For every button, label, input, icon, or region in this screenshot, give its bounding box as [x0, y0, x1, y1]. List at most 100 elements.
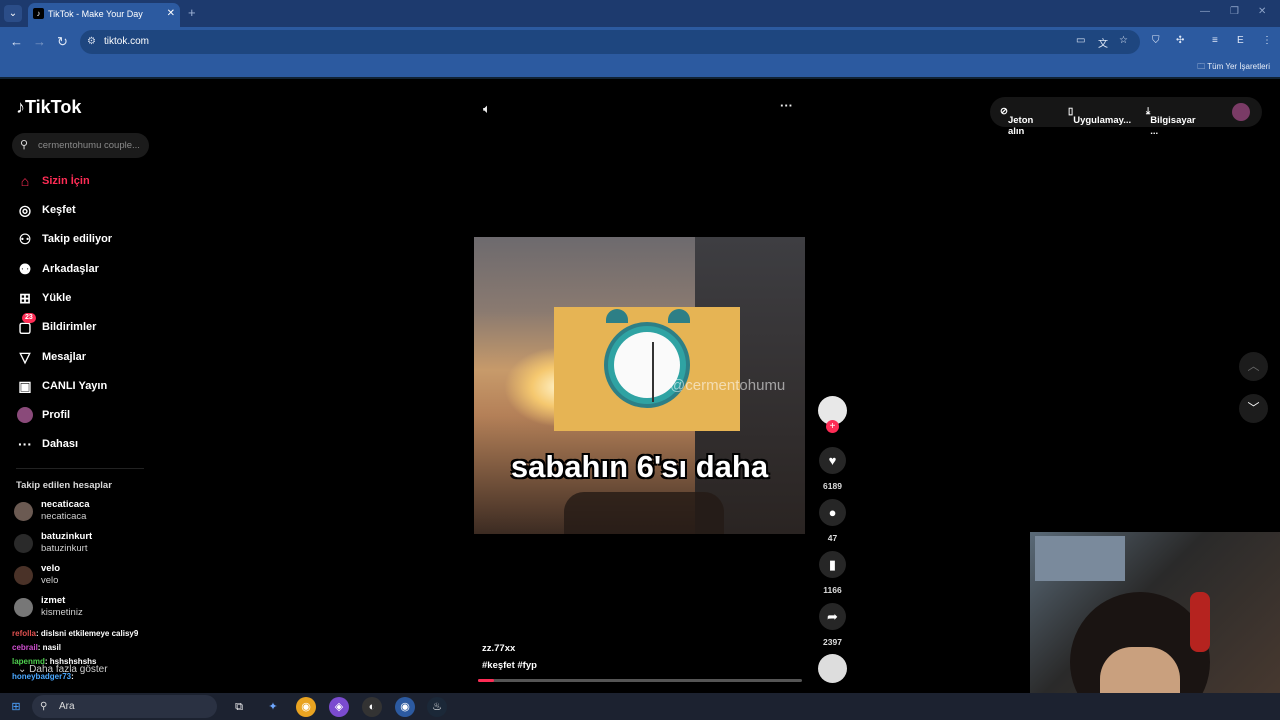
- video-progress-bar[interactable]: [478, 679, 802, 682]
- following-account[interactable]: velo velo: [14, 563, 154, 589]
- get-coins-button[interactable]: ⊘ Jeton alın: [1000, 106, 1033, 137]
- following-account[interactable]: batuzinkurt batuzinkurt: [14, 531, 154, 557]
- restore-icon[interactable]: ❐: [1230, 6, 1239, 17]
- browser-tab[interactable]: ♪ TikTok - Make Your Day ✕: [28, 3, 180, 27]
- comment-button[interactable]: ●: [819, 499, 846, 526]
- chrome-icon[interactable]: ◉: [296, 697, 316, 717]
- profile-icon[interactable]: E: [1237, 35, 1244, 46]
- avatar: [14, 534, 33, 553]
- account-name: necaticaca: [41, 499, 90, 510]
- back-icon[interactable]: ←: [10, 34, 23, 49]
- nav-following[interactable]: ⚇ Takip ediliyor: [16, 229, 156, 249]
- nav-for-you[interactable]: ⌂ Sizin İçin: [16, 171, 156, 191]
- video-player[interactable]: @cermentohumu sabahın 6'sı daha: [474, 237, 805, 534]
- chat-message: cebrail: nasil: [12, 643, 61, 652]
- account-handle: necaticaca: [41, 511, 87, 522]
- extensions-icon[interactable]: ✣: [1176, 35, 1184, 46]
- share-icon: ➦: [827, 609, 838, 624]
- all-bookmarks-label: Tüm Yer İşaretleri: [1207, 62, 1270, 71]
- volume-icon[interactable]: 🔈︎: [483, 101, 491, 117]
- upload-icon: ⊞: [19, 290, 31, 306]
- divider: [16, 468, 144, 469]
- following-account[interactable]: izmet kismetiniz: [14, 595, 154, 621]
- forward-icon[interactable]: →: [33, 34, 46, 49]
- app-icon[interactable]: ◈: [329, 697, 349, 717]
- taskbar-search[interactable]: ⚲ Ara: [32, 695, 217, 718]
- get-app-label: Uygulamay...: [1073, 115, 1132, 126]
- active-browser-icon[interactable]: ◉: [395, 697, 415, 717]
- reload-icon[interactable]: ↻: [57, 34, 68, 50]
- nav-profile[interactable]: Profil: [16, 405, 156, 425]
- minimize-icon[interactable]: —: [1200, 6, 1210, 17]
- nav-live[interactable]: ▣ CANLI Yayın: [16, 376, 156, 396]
- webcam-overlay: [1030, 532, 1280, 720]
- user-avatar[interactable]: [1232, 103, 1250, 121]
- chat-message: honeybadger73:: [12, 672, 74, 681]
- windows-start-icon[interactable]: ⊞: [6, 697, 26, 717]
- search-input[interactable]: ⚲ cermentohumu couple...: [12, 133, 149, 158]
- tiktok-favicon-icon: ♪: [33, 8, 44, 19]
- chat-user: refolla: [12, 629, 37, 638]
- nav-notifications[interactable]: ▢ 23 Bildirimler: [16, 313, 156, 337]
- nav-label: Sizin İçin: [42, 175, 90, 187]
- bookmarks-bar: 🗀 Tüm Yer İşaretleri: [0, 57, 1280, 79]
- browser-tabbar: ⌄ ♪ TikTok - Make Your Day ✕ + — ❐ ✕: [0, 0, 1280, 27]
- share-button[interactable]: ➦: [819, 603, 846, 630]
- bookmark-star-icon[interactable]: ☆: [1119, 35, 1128, 46]
- following-account[interactable]: necaticaca necaticaca: [14, 499, 154, 525]
- steam-icon[interactable]: ♨: [427, 697, 447, 717]
- video-hashtags[interactable]: #keşfet #fyp: [482, 660, 537, 671]
- account-handle: kismetiniz: [41, 607, 83, 618]
- new-tab-icon[interactable]: +: [188, 5, 196, 20]
- tab-search-button[interactable]: ⌄: [4, 5, 22, 22]
- more-options-icon[interactable]: ···: [780, 98, 793, 113]
- tab-title: TikTok - Make Your Day: [48, 9, 143, 19]
- site-info-icon[interactable]: ⚙: [87, 30, 96, 54]
- close-tab-icon[interactable]: ✕: [167, 3, 175, 25]
- save-button[interactable]: ▮: [819, 551, 846, 578]
- get-coins-label: Jeton alın: [1007, 115, 1034, 137]
- video-author[interactable]: zz.77xx: [482, 643, 515, 654]
- close-window-icon[interactable]: ✕: [1258, 6, 1266, 17]
- alarm-clock-image: [604, 322, 690, 408]
- share-count: 2397: [823, 637, 842, 647]
- nav-more[interactable]: ··· Dahası: [16, 434, 156, 454]
- obs-icon[interactable]: ◐: [362, 697, 382, 717]
- tiktok-logo[interactable]: ♪TikTok: [16, 97, 81, 118]
- desktop-app-button[interactable]: ⤓ Bilgisayar ...: [1146, 106, 1196, 137]
- shield-extension-icon[interactable]: ⛉: [1152, 35, 1160, 46]
- nav-friends[interactable]: ⚉ Arkadaşlar: [16, 259, 156, 279]
- nav-label: Mesajlar: [42, 351, 87, 363]
- get-app-button[interactable]: ▯ Uygulamay...: [1068, 106, 1131, 126]
- music-disc-avatar[interactable]: [818, 654, 847, 683]
- media-controls-icon[interactable]: ≡: [1212, 35, 1218, 46]
- chat-message: refolla: dislsni etkilemeye calisy9: [12, 629, 138, 638]
- task-view-icon[interactable]: ⧉: [229, 697, 249, 717]
- address-toolbar: ← → ↻ ⚙ tiktok.com ▭ 文 ☆ ⛉ ✣ ≡ E ⋮: [0, 27, 1280, 57]
- copilot-icon[interactable]: ✦: [263, 697, 283, 717]
- avatar: [14, 566, 33, 585]
- like-count: 6189: [823, 481, 842, 491]
- nav-upload[interactable]: ⊞ Yükle: [16, 288, 156, 308]
- following-section-title: Takip edilen hesaplar: [16, 480, 112, 491]
- chat-text: : hshshshshs: [44, 657, 97, 666]
- nav-messages[interactable]: ▽ Mesajlar: [16, 347, 156, 367]
- url-bar[interactable]: ⚙ tiktok.com: [80, 30, 1140, 54]
- account-handle: velo: [41, 575, 59, 586]
- follow-plus-icon[interactable]: +: [826, 420, 839, 433]
- notification-badge: 23: [22, 313, 36, 323]
- like-button[interactable]: ♥: [819, 447, 846, 474]
- wall-photo: [1035, 536, 1125, 581]
- nav-label: Bildirimler: [42, 321, 97, 333]
- all-bookmarks-button[interactable]: 🗀 Tüm Yer İşaretleri: [1197, 61, 1270, 75]
- next-video-icon[interactable]: ﹀: [1239, 394, 1268, 423]
- search-placeholder: cermentohumu couple...: [38, 140, 140, 151]
- more-icon: ···: [18, 436, 32, 452]
- chat-user: cebrail: [12, 643, 38, 652]
- translate-icon[interactable]: 文: [1098, 35, 1108, 50]
- nav-explore[interactable]: ◎ Keşfet: [16, 200, 156, 220]
- install-app-icon[interactable]: ▭: [1076, 35, 1085, 46]
- chat-text: : dislsni etkilemeye calisy9: [36, 629, 139, 638]
- browser-menu-icon[interactable]: ⋮: [1262, 35, 1272, 46]
- previous-video-icon[interactable]: ︿: [1239, 352, 1268, 381]
